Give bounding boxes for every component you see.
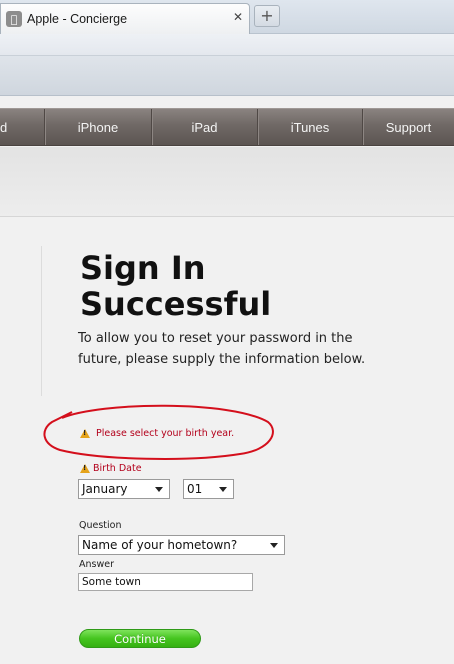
page-title-line1: Sign In	[80, 249, 206, 287]
divider	[41, 246, 42, 396]
nav-item-label: iPad	[191, 119, 218, 135]
error-text: Please select your birth year.	[96, 428, 235, 439]
browser-tab-strip:  Apple - Concierge ✕ +	[0, 0, 454, 34]
site-navbar: d iPhone iPad iTunes Support	[0, 108, 454, 146]
browser-tab[interactable]:  Apple - Concierge ✕	[0, 3, 250, 34]
answer-label: Answer	[79, 559, 114, 570]
nav-item-label: iTunes	[290, 119, 330, 135]
birth-month-select[interactable]: January	[78, 479, 170, 499]
birth-day-select[interactable]: 01	[183, 479, 234, 499]
page-title-line2: Successful	[80, 285, 272, 323]
question-value: Name of your hometown?	[82, 538, 238, 552]
birth-month-value: January	[82, 482, 128, 496]
apple-icon: 	[6, 11, 22, 27]
tab-title: Apple - Concierge	[27, 12, 128, 26]
page-title: Sign In Successful	[80, 250, 420, 322]
chevron-down-icon	[155, 487, 163, 492]
birth-day-value: 01	[187, 482, 203, 496]
birth-date-label: Birth Date	[80, 463, 142, 474]
nav-item-iphone[interactable]: iPhone	[44, 109, 151, 145]
answer-input[interactable]	[78, 573, 253, 591]
nav-item-label: Support	[385, 119, 432, 135]
nav-item-label: d	[0, 119, 8, 135]
browser-address-area	[0, 56, 454, 96]
question-select[interactable]: Name of your hometown?	[78, 535, 285, 555]
continue-button[interactable]: Continue	[79, 629, 201, 648]
question-label: Question	[79, 520, 122, 531]
nav-item-cut[interactable]: d	[0, 109, 44, 145]
header-band	[0, 147, 454, 217]
warning-icon	[80, 429, 90, 438]
nav-item-label: iPhone	[77, 119, 119, 135]
chevron-down-icon	[219, 487, 227, 492]
chevron-down-icon	[270, 543, 278, 548]
nav-item-itunes[interactable]: iTunes	[257, 109, 362, 145]
browser-toolbar	[0, 34, 454, 56]
nav-item-ipad[interactable]: iPad	[151, 109, 257, 145]
intro-text: To allow you to reset your password in t…	[78, 331, 366, 367]
nav-item-support[interactable]: Support	[362, 109, 454, 145]
birth-date-text: Birth Date	[93, 463, 142, 474]
new-tab-button[interactable]: +	[254, 5, 280, 27]
close-icon[interactable]: ✕	[233, 10, 243, 24]
error-message: Please select your birth year.	[80, 428, 234, 439]
warning-icon	[80, 464, 90, 473]
